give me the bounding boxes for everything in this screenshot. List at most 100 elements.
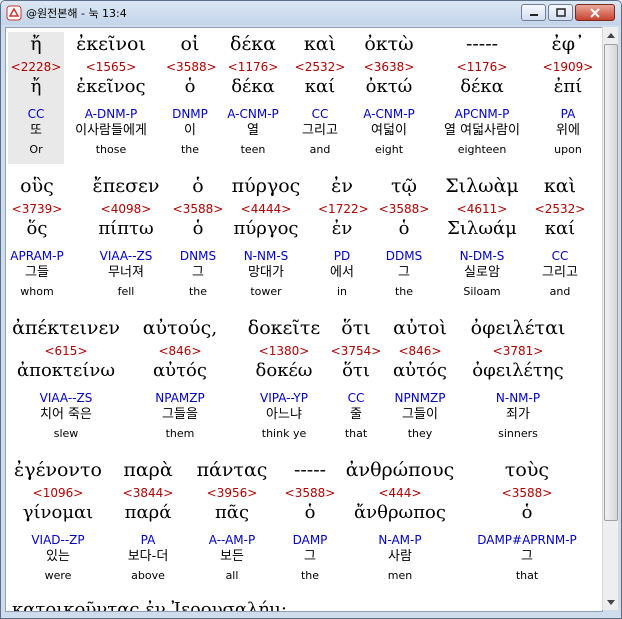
strong-number: <3588> [172, 202, 224, 216]
word-cell[interactable]: τοὺς <3588> ὁ DAMP#APRNM-P 그 that [472, 458, 582, 590]
morph-code: A-CNM-P [227, 107, 279, 121]
word-cell[interactable]: καὶ <2532> καί CC 그리고 and [532, 174, 588, 306]
word-cell[interactable]: πύργος <4444> πύργος N-NM-S 망대가 tower [224, 174, 308, 306]
lemma-word: ὁ [184, 76, 196, 97]
strong-number: <1565> [85, 60, 137, 74]
english-gloss: in [336, 285, 348, 298]
word-cell[interactable]: οἱ <3588> ὁ DNMP 이 the [166, 32, 217, 164]
english-gloss: fell [117, 285, 135, 298]
greek-word: ἀνθρώπους [345, 459, 455, 481]
lemma-word: ὁ [192, 218, 204, 239]
korean-gloss: 사람 [388, 549, 412, 564]
word-cell[interactable]: ὁ <3588> ὁ DNMS 그 the [172, 174, 224, 306]
scroll-thumb[interactable] [604, 44, 618, 521]
english-gloss: men [387, 569, 413, 582]
app-icon [6, 5, 22, 21]
english-gloss: and [549, 285, 571, 298]
word-cell[interactable]: ἐκεῖνοι <1565> ἐκεῖνος A-DNM-P 이사람들에게 those [66, 32, 156, 164]
word-cell[interactable]: αὐτούς, <846> αὐτός NPAMZP 그들을 them [128, 316, 232, 448]
morph-code: A--AM-P [208, 533, 256, 547]
word-cell[interactable]: ἀπέκτεινεν <615> ἀποκτείνω VIAA--ZS 치어 죽은 sle… [8, 316, 124, 448]
morph-code: PA [560, 107, 576, 121]
korean-gloss: 실로암 [464, 265, 500, 280]
word-cell[interactable]: ἐφ᾽ <1909> ἐπί PA 위에 upon [540, 32, 596, 164]
maximize-button[interactable] [548, 4, 573, 21]
word-cell[interactable]: ὀκτὼ <3638> ὀκτώ A-CNM-P 여덟이 eight [352, 32, 426, 164]
english-gloss: and [309, 143, 331, 156]
lemma-word: ὀκτώ [365, 76, 413, 97]
greek-word: ----- [293, 459, 327, 481]
word-cell[interactable]: ἐν <1722> ἐν PD 에서 in [318, 174, 369, 306]
english-gloss: all [225, 569, 239, 582]
strong-number: <4611> [456, 202, 508, 216]
word-cell[interactable]: παρὰ <3844> παρά PA 보다-더 above [110, 458, 186, 590]
minimize-icon [529, 13, 538, 16]
greek-word: αὐτοὶ [393, 317, 447, 339]
word-cell[interactable]: καὶ <2532> καί CC 그리고 and [292, 32, 348, 164]
strong-number: <2228> [10, 60, 62, 74]
greek-word: δοκεῖτε [247, 317, 321, 339]
word-cell[interactable]: πάντας <3956> πᾶς A--AM-P 보든 all [190, 458, 274, 590]
morph-code: PD [333, 249, 351, 263]
strong-number: <1380> [258, 344, 310, 358]
word-cell[interactable]: Σιλωὰμ <4611> Σιλωάμ N-DM-S 실로암 Siloam [434, 174, 530, 306]
morph-code: DNMS [179, 249, 217, 263]
word-cell[interactable]: οὓς <3739> ὅς APRAM-P 그들 whom [8, 174, 66, 306]
lemma-word: δέκα [231, 76, 275, 97]
korean-gloss: 그 [398, 265, 410, 280]
verse-row: ἐγένοντο <1096> γίνομαι VIAD--ZP 있는 were παρὰ <… [6, 458, 602, 586]
greek-word: καὶ [303, 33, 337, 55]
korean-gloss: 이 [184, 123, 196, 138]
lemma-word: ἐν [331, 218, 353, 239]
korean-gloss: 보든 [220, 549, 244, 564]
strong-number: <1722> [318, 202, 369, 216]
korean-gloss: 그 [521, 549, 533, 564]
korean-gloss: 아느냐 [266, 407, 302, 422]
english-gloss: eight [374, 143, 404, 156]
english-gloss: tower [250, 285, 282, 298]
strong-number: <846> [158, 344, 202, 358]
word-cell[interactable]: ἐγένοντο <1096> γίνομαι VIAD--ZP 있는 were [12, 458, 104, 590]
word-cell[interactable]: ἤ <2228> ἤ CC 또 Or [8, 32, 64, 164]
morph-code: VIPA--YP [260, 391, 308, 405]
greek-word: τοὺς [504, 459, 550, 481]
word-cell[interactable]: ----- <3588> ὁ DAMP 그 the [278, 458, 342, 590]
english-gloss: eighteen [457, 143, 507, 156]
korean-gloss: 치어 죽은 [40, 407, 92, 422]
word-cell[interactable]: τῷ <3588> ὁ DDMS 그 the [372, 174, 436, 306]
scroll-down-button[interactable] [603, 594, 618, 610]
morph-code: APRAM-P [10, 249, 64, 263]
scroll-up-button[interactable] [603, 27, 618, 43]
strong-number: <3638> [363, 60, 415, 74]
word-cell[interactable]: ἔπεσεν <4098> πίπτω VIAA--ZS 무너져 fell [78, 174, 174, 306]
word-cell[interactable]: ὀφειλέται <3781> ὀφειλέτης N-NM-P 죄가 sinners [466, 316, 570, 448]
minimize-button[interactable] [521, 4, 546, 21]
greek-word: ἤ [30, 33, 42, 55]
korean-gloss: 이사람들에게 [75, 123, 147, 138]
interlinear-view[interactable]: κατοικοῦντας ἐν Ἰερουσαλήμ; ἤ <2228> ἤ CC 또 O… [5, 27, 603, 612]
lemma-word: ἤ [30, 76, 42, 97]
word-cell[interactable]: δοκεῖτε <1380> δοκέω VIPA--YP 아느냐 think ye [232, 316, 336, 448]
up-arrow-icon [606, 32, 615, 38]
strong-number: <1176> [227, 60, 279, 74]
word-cell[interactable]: αὐτοὶ <846> αὐτός NPNMZP 그들이 they [374, 316, 466, 448]
strong-number: <444> [378, 486, 422, 500]
word-cell[interactable]: ἀνθρώπους <444> ἄνθρωπος N-AM-P 사람 men [342, 458, 458, 590]
english-gloss: upon [554, 143, 582, 156]
korean-gloss: 열 [247, 123, 259, 138]
lemma-word: ἐκεῖνος [76, 76, 146, 97]
strong-number: <1096> [32, 486, 84, 500]
english-gloss: the [394, 285, 414, 298]
strong-number: <3739> [11, 202, 63, 216]
morph-code: A-CNM-P [363, 107, 415, 121]
korean-gloss: 있는 [46, 549, 70, 564]
word-cell[interactable]: ----- <1176> δέκα APCNM-P 열 여덟사람이 eighteen [426, 32, 538, 164]
window-controls [521, 4, 615, 21]
title-bar[interactable]: @원전본해 - 눅 13:4 [1, 1, 621, 25]
close-button[interactable] [575, 4, 615, 21]
word-cell[interactable]: δέκα <1176> δέκα A-CNM-P 열 teen [220, 32, 286, 164]
korean-gloss: 여덟이 [371, 123, 407, 138]
english-gloss: whom [20, 285, 54, 298]
strong-number: <615> [44, 344, 88, 358]
vertical-scrollbar[interactable] [602, 27, 618, 610]
